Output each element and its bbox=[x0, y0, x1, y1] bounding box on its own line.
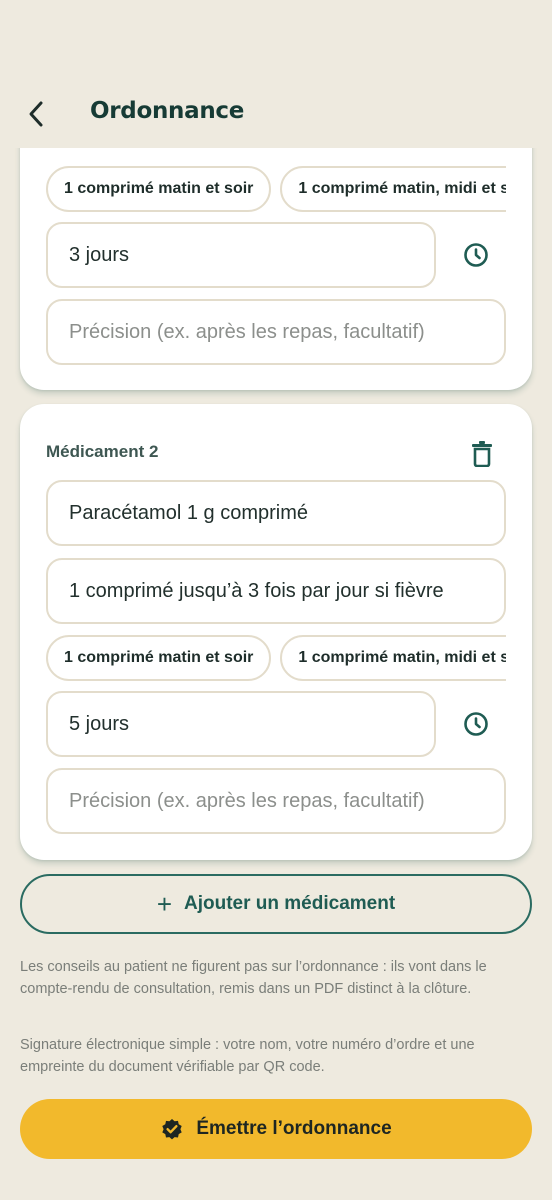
medication-1-duration-field[interactable]: 3 jours bbox=[46, 222, 436, 288]
chevron-left-icon bbox=[29, 101, 43, 127]
prescription-form[interactable]: 1 comprimé matin et soir 1 comprimé matin… bbox=[0, 148, 552, 1200]
issue-prescription-label: Émettre l’ordonnance bbox=[196, 1118, 392, 1139]
dosage-chip[interactable]: 1 comprimé matin et soir bbox=[46, 166, 272, 212]
issue-prescription-button[interactable]: Émettre l’ordonnance bbox=[20, 1099, 532, 1159]
advice-note: Les conseils au patient ne figurent pas … bbox=[20, 959, 487, 997]
page-title: Ordonnance bbox=[90, 98, 245, 124]
medication-1-duration-picker-button[interactable] bbox=[456, 235, 496, 275]
verified-badge-icon bbox=[162, 1119, 183, 1140]
delete-medication-button[interactable] bbox=[462, 434, 502, 474]
add-medication-label: Ajouter un médicament bbox=[184, 893, 396, 914]
medication-card-1: 1 comprimé matin et soir 1 comprimé matin… bbox=[20, 148, 532, 390]
app-header: Ordonnance bbox=[0, 0, 552, 148]
medication-1-precision-input[interactable]: Précision (ex. après les repas, facultat… bbox=[46, 299, 506, 365]
plus-icon: + bbox=[156, 889, 173, 919]
medication-2-dosage-field[interactable]: 1 comprimé jusqu’à 3 fois par jour si fi… bbox=[46, 558, 506, 624]
medication-2-label: Médicament 2 bbox=[46, 442, 159, 461]
medication-2-name-field[interactable]: Paracétamol 1 g comprimé bbox=[46, 480, 506, 546]
clock-icon bbox=[464, 243, 488, 267]
dosage-chip[interactable]: 1 comprimé matin, midi et soir bbox=[280, 166, 506, 212]
dosage-chip[interactable]: 1 comprimé matin et soir bbox=[46, 635, 272, 681]
trash-icon bbox=[472, 441, 492, 467]
medication-2-precision-input[interactable]: Précision (ex. après les repas, facultat… bbox=[46, 768, 506, 834]
back-button[interactable] bbox=[20, 96, 52, 132]
signature-note: Signature électronique simple : votre no… bbox=[20, 1037, 475, 1075]
clock-icon bbox=[464, 712, 488, 736]
medication-card-2: Médicament 2 Paracétamol 1 g comprimé 1 … bbox=[20, 404, 532, 860]
medication-2-duration-picker-button[interactable] bbox=[456, 704, 496, 744]
medication-2-duration-field[interactable]: 5 jours bbox=[46, 691, 436, 757]
medication-1-dosage-chips[interactable]: 1 comprimé matin et soir 1 comprimé matin… bbox=[46, 166, 506, 212]
add-medication-button[interactable]: + Ajouter un médicament bbox=[20, 874, 532, 934]
dosage-chip[interactable]: 1 comprimé matin, midi et soir bbox=[280, 635, 506, 681]
medication-2-dosage-chips[interactable]: 1 comprimé matin et soir 1 comprimé matin… bbox=[46, 635, 506, 681]
